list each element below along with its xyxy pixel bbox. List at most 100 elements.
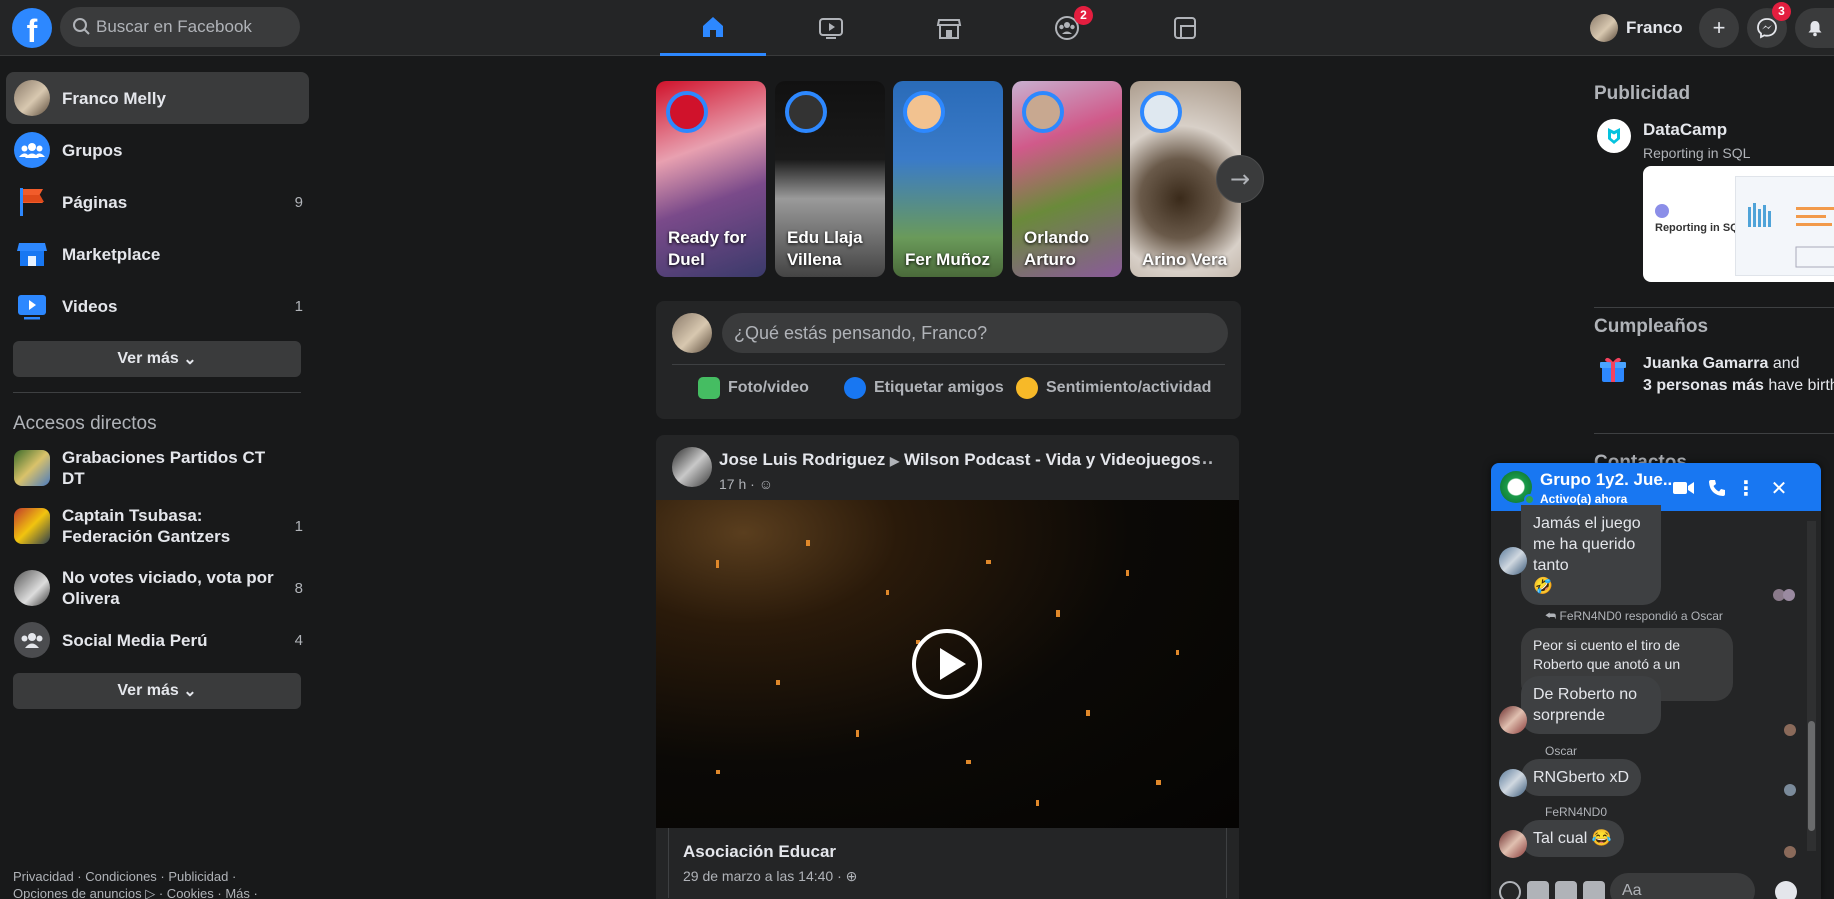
- post-author[interactable]: Jose Luis Rodriguez: [719, 450, 885, 469]
- ad-name[interactable]: DataCamp: [1643, 120, 1727, 140]
- video-call-icon[interactable]: [1671, 475, 1697, 501]
- sidebar-item-groups[interactable]: Grupos: [6, 124, 309, 176]
- footer-links[interactable]: Privacidad · Condiciones · Publicidad · …: [13, 868, 303, 899]
- shortcut-label: Captain Tsubasa: Federación Gantzers: [62, 506, 231, 546]
- story-card[interactable]: Fer Muñoz: [893, 81, 1003, 277]
- chat-message: RNGberto xD: [1521, 759, 1642, 796]
- ad-logo[interactable]: [1597, 119, 1631, 153]
- story-avatar: [903, 91, 945, 133]
- reply-note: ⮪ FeRN4ND0 respondió a Oscar: [1545, 609, 1723, 623]
- shortcut-thumbnail: [14, 570, 50, 606]
- tab-gaming[interactable]: [1132, 0, 1238, 56]
- profile-chip[interactable]: Franco: [1590, 8, 1683, 48]
- item-count: 4: [294, 631, 303, 649]
- messenger-badge: 3: [1772, 2, 1791, 21]
- profile-name: Franco: [1626, 18, 1683, 37]
- ver-mas-button[interactable]: Ver más ⌄: [13, 341, 301, 377]
- avatar: [14, 80, 50, 116]
- post-video[interactable]: [656, 500, 1239, 828]
- messenger-icon: [1757, 18, 1777, 39]
- tab-marketplace[interactable]: [896, 0, 1002, 56]
- message-sender: FeRN4ND0: [1545, 805, 1608, 819]
- search-box[interactable]: [60, 7, 300, 47]
- gif-icon[interactable]: [1583, 881, 1605, 899]
- divider: [1594, 433, 1834, 434]
- shared-link-preview[interactable]: Asociación Educar 29 de marzo a las 14:4…: [668, 828, 1227, 898]
- tab-home[interactable]: [660, 0, 766, 56]
- message-sender: Oscar: [1545, 744, 1578, 758]
- ver-mas-button[interactable]: Ver más ⌄: [13, 673, 301, 709]
- chat-message: Tal cual 😂: [1521, 820, 1624, 857]
- scrollbar-thumb[interactable]: [1808, 721, 1815, 831]
- phone-icon[interactable]: [1704, 475, 1730, 501]
- shortcut-item[interactable]: Grabaciones Partidos CT DT: [6, 442, 309, 494]
- photo-video-button[interactable]: Foto/video: [698, 377, 809, 399]
- tag-friends-button[interactable]: Etiquetar amigos: [844, 377, 1004, 399]
- ad-subtitle: Reporting in SQL: [1643, 145, 1751, 161]
- chat-window: Grupo 1y2. Jue... Activo(a) ahora ⋮ ✕ Ja…: [1491, 463, 1821, 899]
- globe-icon: ⊕: [845, 868, 858, 884]
- add-icon[interactable]: [1499, 881, 1521, 899]
- top-navigation-bar: f 2 Franco + 3: [0, 0, 1834, 56]
- avatar[interactable]: [672, 447, 712, 487]
- stories-next-button[interactable]: →: [1216, 155, 1264, 203]
- more-options-button[interactable]: ···: [1196, 453, 1214, 474]
- shared-title: Asociación Educar: [683, 842, 837, 861]
- avatar: [1499, 830, 1527, 858]
- avatar: [1499, 547, 1527, 575]
- chat-header[interactable]: Grupo 1y2. Jue... Activo(a) ahora ⋮ ✕: [1491, 463, 1821, 511]
- sidebar-item-videos[interactable]: Videos 1: [6, 280, 309, 332]
- close-icon[interactable]: ✕: [1766, 475, 1792, 501]
- groups-badge: 2: [1074, 6, 1093, 25]
- composer-input[interactable]: ¿Qué estás pensando, Franco?: [722, 313, 1228, 353]
- tag-friends-icon: [844, 377, 866, 399]
- shortcut-thumbnail: [14, 508, 50, 544]
- story-card[interactable]: Ready for Duel: [656, 81, 766, 277]
- post-time[interactable]: 17 h · ☺: [719, 476, 773, 492]
- message-input[interactable]: Aa: [1610, 873, 1755, 899]
- ad-image-dot: [1655, 204, 1669, 218]
- chat-scrollbar[interactable]: [1807, 521, 1816, 851]
- story-name: Orlando Arturo: [1024, 228, 1090, 269]
- read-receipt: [1784, 784, 1796, 796]
- tab-groups[interactable]: 2: [1014, 0, 1120, 56]
- search-input[interactable]: [96, 7, 292, 47]
- story-avatar: [1022, 91, 1064, 133]
- notifications-button[interactable]: [1795, 8, 1834, 48]
- more-options-icon[interactable]: ⋮: [1733, 475, 1759, 501]
- item-count: 8: [294, 579, 303, 597]
- sidebar-item-profile[interactable]: Franco Melly: [6, 72, 309, 124]
- chevron-down-icon: ⌄: [183, 683, 197, 700]
- facebook-logo[interactable]: f: [12, 8, 52, 48]
- play-icon[interactable]: [912, 629, 982, 699]
- ad-image-caption: Reporting in SQL: [1655, 222, 1746, 234]
- birthday-notice[interactable]: Juanka Gamarra and 3 personas más have b…: [1643, 353, 1834, 397]
- chat-title[interactable]: Grupo 1y2. Jue...: [1540, 470, 1675, 490]
- chat-message: De Roberto no sorprende: [1521, 676, 1661, 734]
- story-card[interactable]: Edu Llaja Villena: [775, 81, 885, 277]
- sidebar-item-label: Grupos: [62, 140, 123, 160]
- story-card[interactable]: Orlando Arturo: [1012, 81, 1122, 277]
- search-icon: [73, 18, 90, 35]
- shortcut-item[interactable]: No votes viciado, vota por Olivera 8: [6, 556, 309, 620]
- story-avatar: [666, 91, 708, 133]
- soccer-ball-icon[interactable]: [1775, 881, 1797, 899]
- shortcut-thumbnail: [14, 450, 50, 486]
- feeling-activity-button[interactable]: Sentimiento/actividad: [1016, 377, 1211, 399]
- shortcut-item[interactable]: Social Media Perú 4: [6, 614, 309, 666]
- ad-image[interactable]: Reporting in SQL: [1643, 166, 1834, 282]
- sticker-icon[interactable]: [1555, 881, 1577, 899]
- sidebar-item-pages[interactable]: Páginas 9: [6, 176, 309, 228]
- create-button[interactable]: +: [1699, 8, 1739, 48]
- avatar: [1590, 14, 1618, 42]
- shortcut-item[interactable]: Captain Tsubasa: Federación Gantzers 1: [6, 494, 309, 558]
- messenger-button[interactable]: 3: [1747, 2, 1791, 48]
- sidebar-item-marketplace[interactable]: Marketplace: [6, 228, 309, 280]
- post-target[interactable]: Wilson Podcast - Vida y Videojuegos: [904, 450, 1201, 469]
- read-receipt: [1783, 589, 1795, 601]
- photo-icon[interactable]: [1527, 881, 1549, 899]
- divider: [672, 364, 1225, 365]
- video-icon: [819, 18, 843, 39]
- photo-icon: [698, 377, 720, 399]
- tab-watch[interactable]: [778, 0, 884, 56]
